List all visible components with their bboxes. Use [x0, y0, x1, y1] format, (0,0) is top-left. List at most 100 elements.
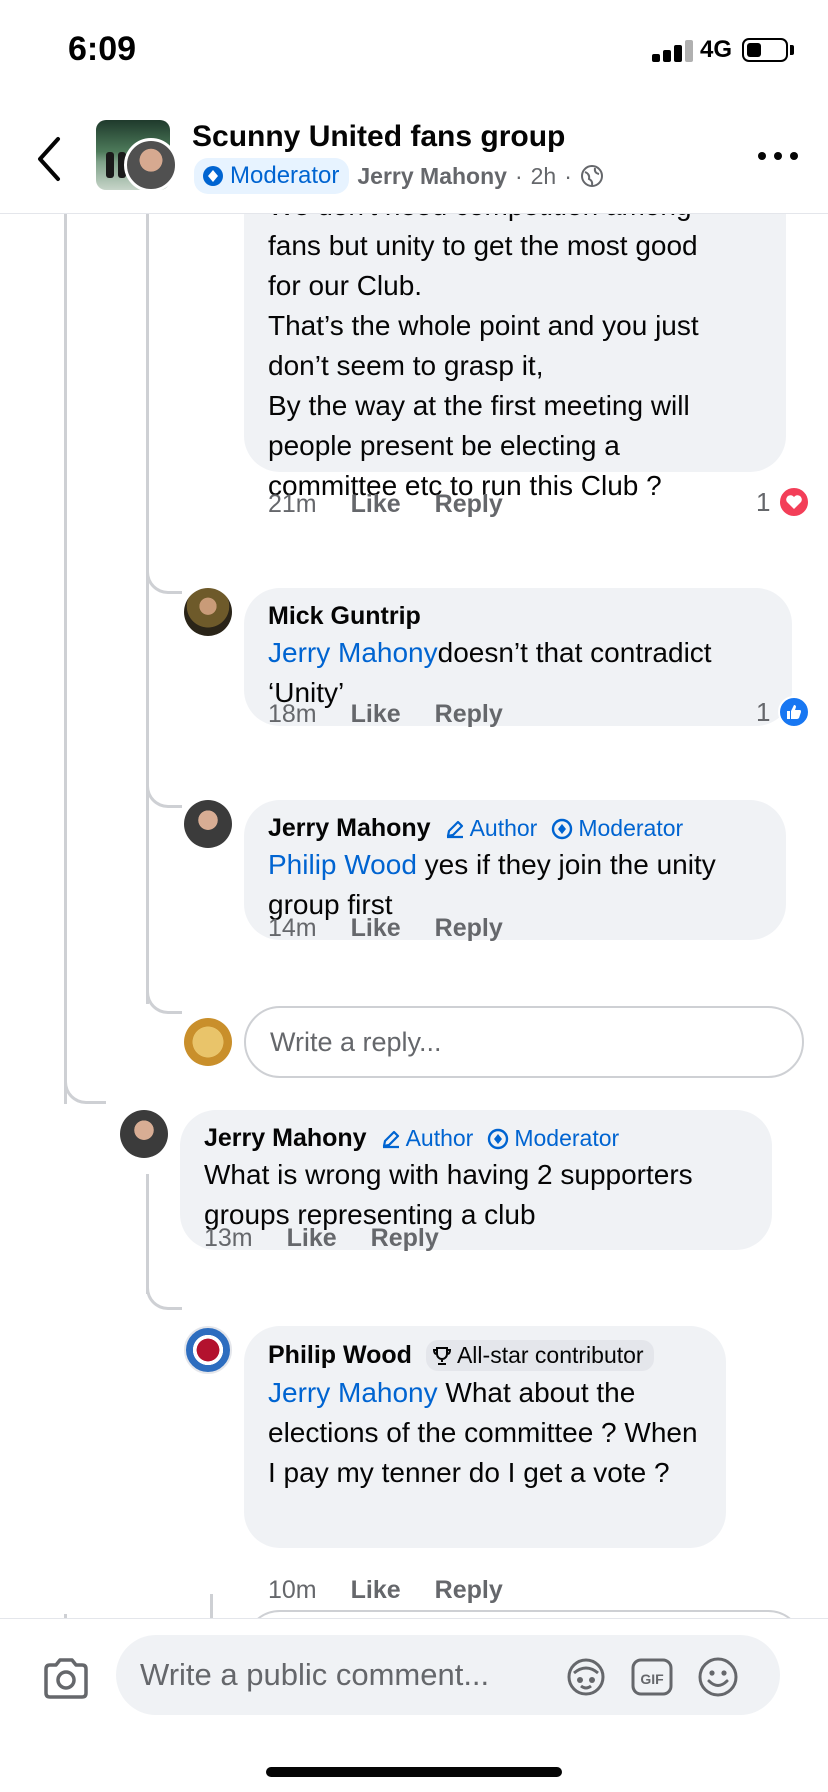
avatar[interactable] [120, 1110, 168, 1158]
avatar-sticker-icon[interactable] [564, 1655, 608, 1699]
comment-time: 13m [204, 1224, 253, 1252]
battery-icon [742, 38, 788, 62]
thread-connector [146, 1274, 182, 1310]
reply-button[interactable]: Reply [435, 490, 503, 519]
like-button[interactable]: Like [351, 700, 401, 729]
comment-text: Jerry Mahony What about the elections of… [268, 1373, 702, 1493]
thread-connector [146, 758, 182, 808]
reaction-count: 1 [756, 696, 771, 727]
camera-icon [44, 1658, 88, 1699]
author-badge: Author [381, 1125, 473, 1152]
comment-composer: Write a public comment... GIF [0, 1618, 828, 1792]
mention-link[interactable]: Jerry Mahony [268, 637, 438, 668]
reply-button[interactable]: Reply [435, 1576, 503, 1605]
moderator-badge: Moderator [487, 1125, 619, 1152]
like-button[interactable]: Like [351, 1576, 401, 1605]
like-button[interactable]: Like [351, 914, 401, 943]
heart-icon [778, 486, 811, 518]
reaction-summary[interactable]: 1 [756, 486, 811, 518]
badge-label: All-star contributor [456, 1342, 644, 1368]
comment-line: By the way at the first meeting will [268, 390, 690, 421]
avatar[interactable] [184, 588, 232, 636]
badge-label: Moderator [514, 1125, 620, 1151]
reply-input-partial[interactable] [244, 1610, 804, 1618]
reply-button[interactable]: Reply [371, 1224, 439, 1253]
moderator-shield-icon [203, 166, 223, 186]
moderator-shield-icon [488, 1128, 509, 1149]
comment-bubble: We don't need competition among fans but… [244, 214, 786, 501]
comment-author[interactable]: Jerry Mahony [268, 814, 431, 843]
comment-time: 14m [268, 914, 317, 942]
comment-line: people present be electing a [268, 430, 620, 461]
more-options-button[interactable] [758, 146, 798, 166]
poster-name[interactable]: Jerry Mahony [357, 163, 507, 190]
home-indicator [266, 1767, 562, 1777]
moderator-label: Moderator [230, 162, 340, 189]
comment-line: don’t seem to grasp it, [268, 350, 544, 381]
battery-tip [790, 45, 794, 55]
public-comment-input[interactable]: Write a public comment... GIF [116, 1635, 780, 1715]
separator: · [514, 162, 523, 189]
thread-connector [146, 544, 182, 594]
post-time: 2h [530, 162, 557, 189]
gif-icon[interactable]: GIF [630, 1655, 674, 1699]
author-badge: Author [445, 815, 538, 842]
reaction-count: 1 [756, 486, 771, 517]
status-bar: 6:09 4G [0, 0, 828, 100]
comment-line: fans but unity to get the most good [268, 230, 698, 261]
avatar[interactable] [184, 800, 232, 848]
comment-line: for our Club. [268, 270, 423, 301]
moderator-shield-icon [552, 818, 573, 839]
post-meta: Moderator Jerry Mahony · 2h · [194, 158, 604, 194]
svg-text:GIF: GIF [640, 1671, 664, 1687]
reply-button[interactable]: Reply [435, 914, 503, 943]
comment-author[interactable]: Philip Wood [268, 1341, 412, 1370]
comment-line: We don't need competition among [268, 214, 762, 226]
thread-connector [64, 1064, 106, 1104]
moderator-badge[interactable]: Moderator [194, 158, 350, 194]
thread-line [210, 1594, 213, 1618]
status-time: 6:09 [68, 30, 137, 68]
moderator-badge: Moderator [551, 815, 683, 842]
comment-text: Philip Wood yes if they join the unity g… [268, 845, 762, 925]
avatar[interactable] [184, 1326, 232, 1374]
like-button[interactable]: Like [287, 1224, 337, 1253]
comment-time: 10m [268, 1576, 317, 1604]
reply-input[interactable]: Write a reply... [244, 1006, 804, 1078]
thread-connector [146, 964, 182, 1014]
emoji-icon[interactable] [696, 1655, 740, 1699]
chevron-left-icon [38, 137, 60, 181]
comment-time: 21m [268, 490, 317, 518]
reply-button[interactable]: Reply [435, 700, 503, 729]
comment-actions: 13m Like Reply [204, 1224, 439, 1253]
all-star-badge: All-star contributor [425, 1340, 654, 1371]
group-name[interactable]: Scunny United fans group [192, 120, 565, 154]
mention-link[interactable]: Philip Wood [268, 849, 417, 880]
comment-time: 18m [268, 700, 317, 728]
comment-line: That’s the whole point and you just [268, 310, 699, 341]
thread-line [146, 214, 149, 1004]
comment-actions: 14m Like Reply [268, 914, 503, 943]
back-button[interactable] [28, 132, 68, 186]
current-user-avatar [184, 1018, 232, 1066]
comment-bubble: Philip Wood All-star contributor Jerry M… [244, 1326, 726, 1548]
mention-link[interactable]: Jerry Mahony [268, 1377, 438, 1408]
thread-line [64, 214, 67, 1104]
badge-label: Moderator [578, 815, 684, 841]
signal-icon [652, 38, 696, 62]
reaction-summary[interactable]: 1 [756, 696, 811, 728]
comment-thread: We don't need competition among fans but… [0, 214, 828, 1618]
network-type: 4G [700, 36, 733, 63]
pencil-icon [382, 1130, 399, 1148]
poster-avatar[interactable] [124, 138, 178, 192]
badge-label: Author [469, 815, 538, 841]
comment-author[interactable]: Mick Guntrip [268, 602, 421, 631]
comment-actions: 18m Like Reply [268, 700, 503, 729]
pencil-icon [446, 820, 463, 838]
trophy-icon [432, 1346, 451, 1365]
camera-button[interactable] [42, 1657, 90, 1703]
reply-placeholder: Write a reply... [270, 1026, 442, 1057]
comment-author[interactable]: Jerry Mahony [204, 1124, 367, 1153]
like-button[interactable]: Like [351, 490, 401, 519]
comment-actions: 21m Like Reply [268, 490, 503, 519]
